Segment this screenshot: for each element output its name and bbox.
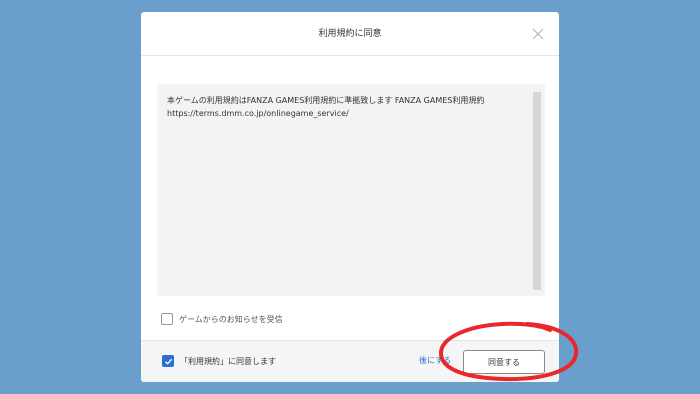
dialog-footer: 「利用規約」に同意します 後にする 同意する: [141, 340, 559, 382]
dialog-header: 利用規約に同意: [141, 12, 559, 56]
terms-dialog: 利用規約に同意 本ゲームの利用規約はFANZA GAMES利用規約に準拠致します…: [141, 12, 559, 382]
agree-checkbox-label: 「利用規約」に同意します: [180, 356, 276, 366]
terms-scrollbar[interactable]: [533, 92, 541, 290]
notice-checkbox-label: ゲームからのお知らせを受信: [179, 314, 283, 324]
notice-option[interactable]: ゲームからのお知らせを受信: [161, 312, 283, 326]
notice-checkbox[interactable]: [161, 313, 173, 325]
terms-text-box: 本ゲームの利用規約はFANZA GAMES利用規約に準拠致します FANZA G…: [157, 84, 545, 296]
close-icon[interactable]: [531, 27, 545, 41]
later-link[interactable]: 後にする: [419, 355, 451, 366]
dialog-title: 利用規約に同意: [318, 29, 382, 39]
agree-checkbox[interactable]: [162, 355, 174, 367]
agree-option[interactable]: 「利用規約」に同意します: [162, 354, 276, 368]
agree-button[interactable]: 同意する: [463, 350, 545, 374]
terms-text: 本ゲームの利用規約はFANZA GAMES利用規約に準拠致します FANZA G…: [167, 96, 485, 118]
check-icon: [164, 358, 172, 365]
